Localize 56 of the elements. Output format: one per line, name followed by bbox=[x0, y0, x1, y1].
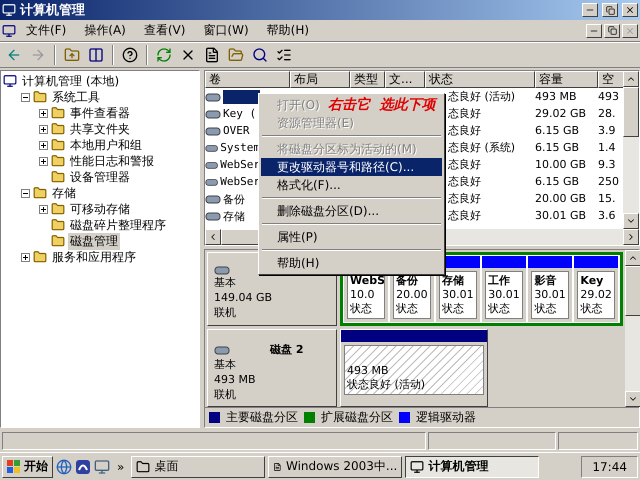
disk-state: 联机 bbox=[214, 305, 237, 320]
partition-status: 状态 bbox=[488, 302, 512, 316]
window-title: 计算机管理 bbox=[20, 2, 85, 19]
partition-size: 30.01 bbox=[534, 288, 566, 302]
partition-name: 影音 bbox=[534, 274, 558, 288]
partition-status: 状态 bbox=[396, 302, 420, 316]
capacity-cell-text: 493 MB bbox=[535, 90, 578, 103]
partition-size: 493 MB bbox=[347, 364, 390, 378]
disk-size: 149.04 GB bbox=[214, 290, 274, 305]
handwritten-annotation: 右击它 选此下项 bbox=[328, 96, 436, 114]
legend-label: 逻辑驱动器 bbox=[416, 409, 476, 426]
status-cell-text: 态良好 bbox=[448, 123, 482, 138]
partition-status: 状态 bbox=[350, 302, 373, 316]
free-space-cell-text: 9.3 bbox=[598, 158, 616, 171]
partition-size: 20.00 bbox=[396, 288, 428, 302]
disk-type: 基本 bbox=[214, 357, 237, 372]
free-space-cell-text: 3.6 bbox=[598, 209, 616, 222]
capacity-cell-text: 20.00 GB bbox=[535, 192, 588, 205]
capacity-cell-text: 6.15 GB bbox=[535, 175, 580, 188]
status-cell-text: 态良好 (系统) bbox=[448, 140, 516, 155]
partition-status: 状态 bbox=[580, 302, 604, 316]
status-cell-text: 态良好 bbox=[448, 157, 482, 172]
free-space-cell-text: 250 bbox=[598, 175, 620, 188]
disk-type: 基本 bbox=[214, 275, 237, 290]
disk-state: 联机 bbox=[214, 387, 237, 402]
partition-name: WebS bbox=[350, 274, 382, 288]
partition-size: 10.0 bbox=[350, 288, 376, 302]
partition-name: 工作 bbox=[488, 274, 512, 288]
status-cell-text: 态良好 bbox=[448, 191, 482, 206]
partition-size: 29.02 bbox=[580, 288, 612, 302]
free-space-cell-text: 28. bbox=[598, 107, 616, 120]
capacity-cell-text: 29.02 GB bbox=[535, 107, 588, 120]
free-space-cell-text: 1.4 bbox=[598, 141, 616, 154]
disk-label: 磁盘 2 bbox=[270, 342, 304, 357]
status-cell-text: 态良好 bbox=[448, 174, 482, 189]
capacity-cell-text: 10.00 GB bbox=[535, 158, 588, 171]
partition-size: 30.01 bbox=[488, 288, 520, 302]
clock: 17:44 bbox=[581, 456, 638, 478]
partition-status: 状态 bbox=[534, 302, 558, 316]
disk-size: 493 MB bbox=[214, 372, 257, 387]
legend-label: 主要磁盘分区 bbox=[226, 409, 298, 426]
status-cell-text: 态良好 (活动) bbox=[448, 89, 516, 104]
free-space-cell-text: 493 bbox=[598, 90, 620, 103]
status-cell-text: 态良好 bbox=[448, 106, 482, 121]
status-cell-text: 态良好 bbox=[448, 208, 482, 223]
partition-name: 存储 bbox=[442, 274, 466, 288]
capacity-cell-text: 6.15 GB bbox=[535, 124, 580, 137]
free-space-cell-text: 3.9 bbox=[598, 124, 616, 137]
free-space-cell-text: 15. bbox=[598, 192, 616, 205]
legend-label: 扩展磁盘分区 bbox=[321, 409, 393, 426]
capacity-cell-text: 30.01 GB bbox=[535, 209, 588, 222]
capacity-cell-text: 6.15 GB bbox=[535, 141, 580, 154]
partition-status: 状态 bbox=[442, 302, 466, 316]
partition-name: Key bbox=[580, 274, 604, 288]
partition-status: 状态良好 (活动) bbox=[347, 378, 426, 392]
partition-size: 30.01 bbox=[442, 288, 474, 302]
